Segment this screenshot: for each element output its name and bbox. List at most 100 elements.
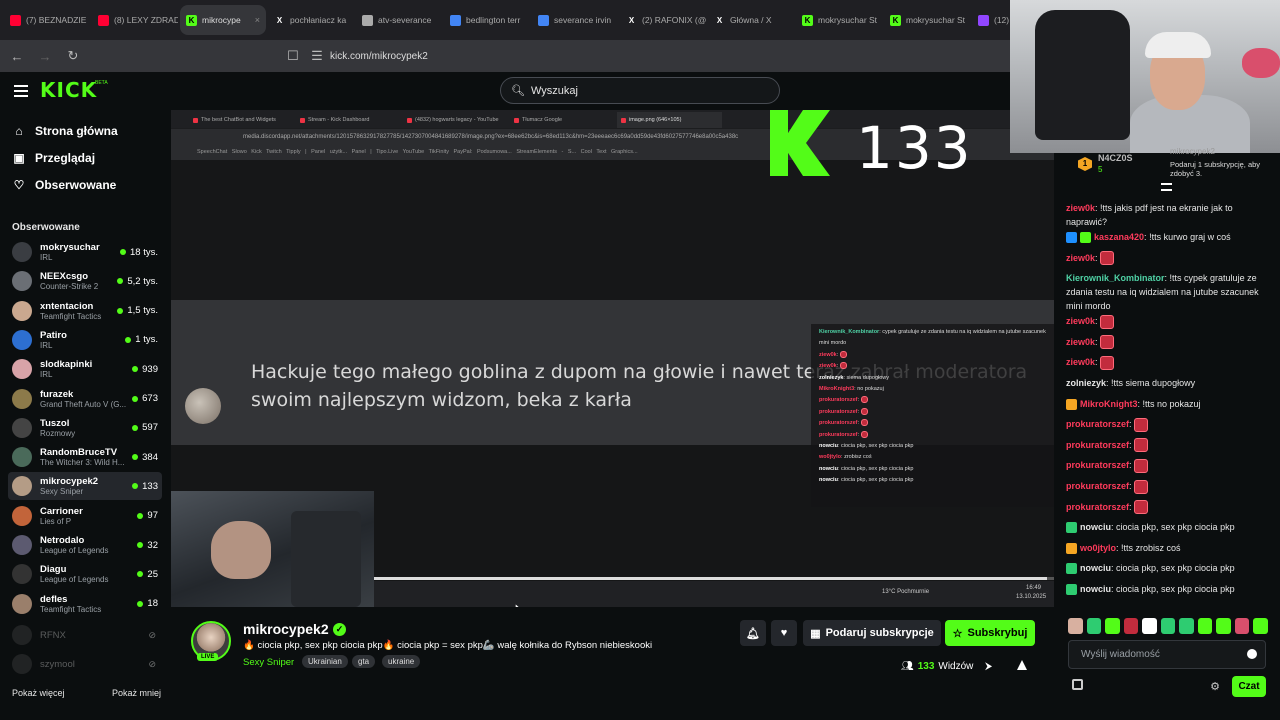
followed-category: IRL [40, 340, 53, 350]
reload-icon[interactable]: ↻ [66, 48, 80, 64]
gift-icon: ▦ [810, 627, 821, 640]
followed-channel[interactable]: Patiro IRL 1 tys. [8, 326, 162, 354]
url-field[interactable]: kick.com/mikrocypek2 [330, 51, 428, 62]
nav-browse[interactable]: ▣ Przeglądaj [12, 148, 95, 168]
browser-tab[interactable]: (7) BEZNADZIE [4, 5, 90, 35]
stream-category[interactable]: Sexy Sniper [243, 657, 294, 668]
forward-icon[interactable]: → [38, 49, 52, 64]
gift-icon[interactable] [1072, 679, 1083, 690]
emoji-icon[interactable] [1247, 649, 1257, 659]
gear-icon[interactable]: ⚙ [1210, 680, 1220, 693]
browser-tab[interactable]: X (2) RAFONIX (@ [620, 5, 706, 35]
chat-username[interactable]: prokuratorszef [1066, 502, 1129, 512]
followed-channel[interactable]: furazek Grand Theft Auto V (G... 673 [8, 385, 162, 413]
emote-icon[interactable] [1123, 618, 1139, 634]
emote-icon[interactable] [1253, 618, 1269, 634]
followed-channel[interactable]: defles Teamfight Tactics 18 [8, 590, 162, 618]
kick-logo[interactable]: KICK [40, 78, 97, 102]
tag-gta[interactable]: gta [352, 655, 376, 668]
browser-tab[interactable]: Kmokrysuchar St [884, 5, 970, 35]
chat-username[interactable]: prokuratorszef [1066, 481, 1129, 491]
channel-name[interactable]: mikrocypek2 [243, 621, 329, 637]
menu-icon[interactable] [14, 85, 28, 97]
chat-username[interactable]: ziew0k [1066, 357, 1095, 367]
tag-ukrainian[interactable]: Ukrainian [302, 655, 348, 668]
chat-username[interactable]: ziew0k [1066, 203, 1095, 213]
nav-following[interactable]: ♡ Obserwowane [12, 175, 117, 195]
captured-tab-label: Tłumacz Google [522, 117, 563, 123]
nav-home[interactable]: ⌂ Strona główna [12, 121, 117, 141]
emote-icon [860, 396, 868, 404]
emote-icon[interactable] [1234, 618, 1250, 634]
browser-tab[interactable]: severance irvin [532, 5, 618, 35]
emote-icon[interactable] [1068, 618, 1083, 634]
site-info-icon[interactable]: ☰ [310, 48, 324, 64]
browser-tab[interactable]: bedlington terr [444, 5, 530, 35]
chat-input[interactable]: Wyślij wiadomość [1068, 640, 1266, 669]
tag-ukraine[interactable]: ukraine [382, 655, 421, 668]
report-icon[interactable] [1017, 660, 1027, 670]
chat-username[interactable]: kaszana420 [1094, 232, 1144, 242]
gift-subs-button[interactable]: ▦ Podaruj subskrypcje [803, 620, 941, 646]
chat-username[interactable]: Kierownik_Kombinator [1066, 273, 1165, 283]
chat-username[interactable]: ziew0k [1066, 316, 1095, 326]
followed-channel[interactable]: Diagu League of Legends 25 [8, 560, 162, 588]
captured-tab-favicon [193, 117, 198, 123]
emote-icon[interactable] [1105, 618, 1120, 634]
chat-username[interactable]: ziew0k [1066, 337, 1095, 347]
followed-channel[interactable]: xntentacion Teamfight Tactics 1,5 tys. [8, 297, 162, 325]
search-input[interactable]: 🔍︎ Wyszukaj [500, 77, 780, 104]
emote-icon[interactable] [1160, 618, 1176, 634]
chat-username[interactable]: prokuratorszef [1066, 460, 1129, 470]
browser-tab[interactable]: Kmokrysuchar St [796, 5, 882, 35]
notification-bell-button[interactable]: 🔔︎ [740, 620, 766, 646]
followed-channel[interactable]: slodkapinki IRL 939 [8, 355, 162, 383]
close-icon[interactable]: × [255, 15, 260, 25]
browser-tab[interactable]: Xpochłaniacz ka [268, 5, 354, 35]
chat-username[interactable]: ziew0k [1066, 253, 1095, 263]
show-more-link[interactable]: Pokaż więcej [12, 688, 65, 698]
overlay-chat-user: ziew0k [819, 363, 837, 370]
share-icon[interactable]: ⮞ [985, 661, 992, 672]
chat-username[interactable]: nowciu [1080, 563, 1111, 573]
bookmark-icon[interactable]: ☐ [286, 48, 300, 64]
emote-icon[interactable] [1086, 618, 1102, 634]
followed-channel[interactable]: Carrioner Lies of P 97 [8, 502, 162, 530]
chat-username[interactable]: nowciu [1080, 584, 1111, 594]
back-icon[interactable]: ← [10, 49, 24, 64]
chat-username[interactable]: prokuratorszef [1066, 440, 1129, 450]
chat-username[interactable]: MikroKnight3 [1080, 399, 1138, 409]
offline-channel[interactable]: RFNX ⊘ [8, 623, 162, 647]
rank-badge: 1 [1078, 157, 1092, 171]
chat-username[interactable]: zolniezyk [1066, 378, 1106, 388]
browser-tab[interactable]: atv-severance [356, 5, 442, 35]
video-player[interactable]: The best ChatBot and Widgets Stream - Kic… [171, 110, 1054, 607]
followed-channel[interactable]: mokrysuchar IRL 18 tys. [8, 238, 162, 266]
send-chat-button[interactable]: Czat [1232, 676, 1266, 697]
followed-category: The Witcher 3: Wild H... [40, 458, 125, 468]
browser-tab[interactable]: Kmikrocype × [180, 5, 266, 35]
followed-channel[interactable]: NEEXcsgo Counter-Strike 2 5,2 tys. [8, 267, 162, 295]
verified-icon: ✓ [333, 623, 346, 636]
follow-heart-button[interactable]: ♥ [771, 620, 797, 646]
show-less-link[interactable]: Pokaż mniej [112, 688, 161, 698]
followed-channel[interactable]: Netrodalo League of Legends 32 [8, 531, 162, 559]
chat-username[interactable]: prokuratorszef [1066, 419, 1129, 429]
followed-channel[interactable]: mikrocypek2 Sexy Sniper 133 [8, 472, 162, 501]
chat-scroll-icon[interactable] [1161, 183, 1172, 191]
browser-tab[interactable]: X Główna / X [708, 5, 794, 35]
emote-icon[interactable] [1179, 618, 1194, 634]
browser-tab-label: pochłaniacz ka [290, 15, 347, 25]
followed-channel[interactable]: RandomBruceTV The Witcher 3: Wild H... 384 [8, 443, 162, 471]
offline-channel[interactable]: szymool ⊘ [8, 652, 162, 676]
browser-tab[interactable]: (8) LEXY ZDRAD [92, 5, 178, 35]
emote-icon[interactable] [1216, 618, 1231, 634]
subscribe-button[interactable]: ☆ Subskrybuj [945, 620, 1035, 646]
emote-icon[interactable] [1142, 618, 1157, 634]
emote-icon[interactable] [1197, 618, 1213, 634]
chat-username[interactable]: nowciu [1080, 522, 1111, 532]
followed-channel[interactable]: Tuszol Rozmowy 597 [8, 414, 162, 442]
chat-username[interactable]: wo0jtylo [1080, 543, 1116, 553]
camera-chair [291, 511, 361, 607]
followed-meta: Diagu League of Legends [40, 564, 137, 584]
